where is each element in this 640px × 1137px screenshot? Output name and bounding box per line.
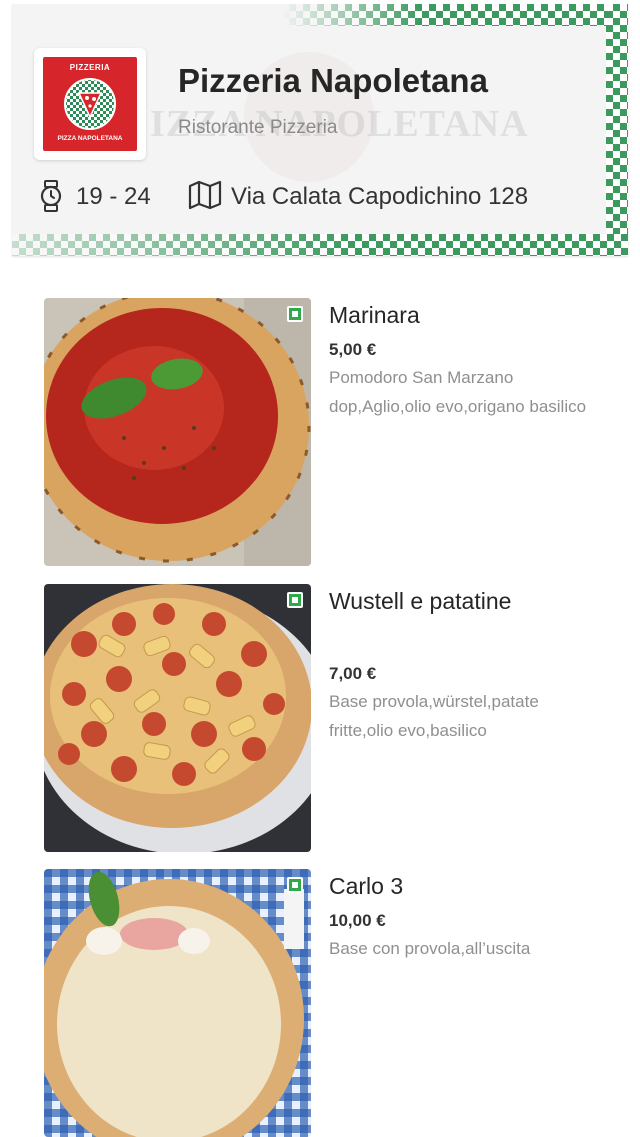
logo-badge: PIZZERIA PIZZA NAPOLETANA [43,57,137,151]
item-name: Wustell e patatine [329,588,512,614]
pizza-carlo3-photo [44,869,311,1137]
watch-icon [40,180,62,212]
vegetarian-badge-icon [287,877,303,893]
logo-top-text: PIZZERIA [69,63,111,72]
item-description: Pomodoro San Marzano dop,Aglio,olio evo,… [329,368,587,416]
map-icon [188,180,222,210]
pizza-marinara-photo [44,298,311,566]
vegetarian-badge-icon [287,592,303,608]
checkered-border-top [282,4,628,26]
item-price: 10,00 € [329,911,386,930]
menu-item[interactable]: Wustell e patatine 7,00 € Base provola,w… [0,584,640,854]
checkered-border-right [606,4,628,256]
item-name: Carlo 3 [329,873,404,899]
pizza-wustell-photo [44,584,311,852]
checkered-border-bottom [12,234,628,256]
item-price: 5,00 € [329,340,377,359]
item-name: Marinara [329,302,420,328]
restaurant-category: Ristorante Pizzeria [178,117,338,138]
restaurant-address[interactable]: Via Calata Capodichino 128 [231,183,528,211]
opening-hours: 19 - 24 [76,183,151,210]
logo-bottom-text: PIZZA NAPOLETANA [57,135,123,142]
vegetarian-badge-icon [287,306,303,322]
item-description: Base provola,würstel,patate fritte,olio … [329,692,539,740]
item-price: 7,00 € [329,664,377,683]
menu-item[interactable]: Marinara 5,00 € Pomodoro San Marzano dop… [0,298,640,568]
restaurant-header: IZZA NAPOLETANA PIZZERIA PIZZA NAPOLETAN… [12,4,628,256]
item-description: Base con provola,all’uscita [329,939,531,958]
restaurant-name: Pizzeria Napoletana [178,62,488,99]
menu-item[interactable]: Carlo 3 10,00 € Base con provola,all’usc… [0,869,640,1137]
restaurant-logo[interactable]: PIZZERIA PIZZA NAPOLETANA [34,48,146,160]
